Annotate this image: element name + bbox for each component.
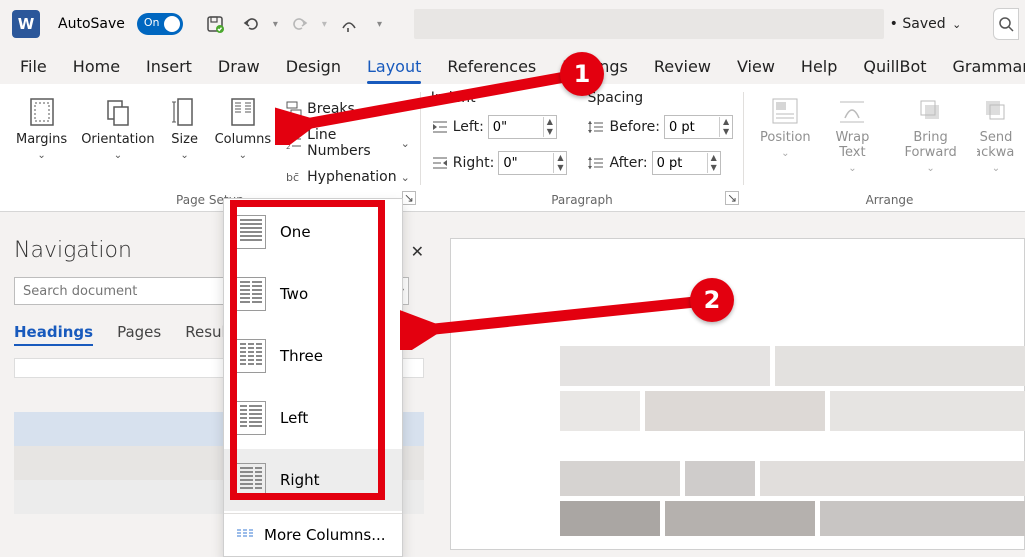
spacing-after-icon (587, 154, 605, 172)
spacing-before-input[interactable]: ▲▼ (664, 115, 733, 139)
arrange-group: Position ⌄ Wrap Text ⌄ Bring Forward ⌄ S… (744, 84, 1025, 211)
size-label: Size (171, 132, 198, 147)
spacing-after-input[interactable]: ▲▼ (652, 151, 721, 175)
tab-help[interactable]: Help (801, 57, 837, 76)
save-icon[interactable] (201, 10, 229, 38)
word-app-icon: W (12, 10, 40, 38)
hyphenation-icon: bc̄ (285, 168, 303, 186)
size-icon (169, 96, 201, 128)
paragraph-group-label: Paragraph (421, 193, 743, 207)
columns-more[interactable]: More Columns... (224, 516, 402, 554)
indent-right-label: Right: (453, 155, 495, 171)
hyphenation-button[interactable]: bc̄ Hyphenation⌄ (285, 162, 410, 192)
columns-dropdown: One Two Three Left Right More Columns... (223, 198, 403, 557)
annotation-badge-1: 1 (560, 52, 604, 96)
tab-grammarly[interactable]: Grammarly (953, 57, 1025, 76)
close-icon[interactable]: ✕ (411, 242, 424, 261)
touch-mode-icon[interactable] (335, 10, 363, 38)
quick-access-toolbar: ▾ ▾ ▾ (201, 10, 382, 38)
toggle-knob (164, 16, 180, 32)
columns-three-label: Three (280, 347, 323, 365)
wrap-text-icon (837, 96, 867, 126)
toggle-on-text: On (144, 16, 160, 29)
columns-option-left[interactable]: Left (224, 387, 402, 449)
columns-left-label: Left (280, 409, 308, 427)
wrap-text-label: Wrap Text (827, 130, 879, 160)
save-status-text: Saved (902, 16, 945, 32)
bring-forward-label: Bring Forward (894, 130, 967, 160)
margins-icon (26, 96, 58, 128)
redo-dropdown-icon[interactable]: ▾ (322, 19, 327, 30)
arrange-group-label: Arrange (744, 193, 1025, 207)
send-backward-label: Send Backward (977, 130, 1015, 160)
undo-dropdown-icon[interactable]: ▾ (273, 19, 278, 30)
columns-option-three[interactable]: Three (224, 325, 402, 387)
qat-customize-icon[interactable]: ▾ (377, 19, 382, 30)
columns-option-right[interactable]: Right (224, 449, 402, 511)
redo-icon[interactable] (286, 10, 314, 38)
chevron-down-icon: ⌄ (952, 18, 961, 31)
columns-two-icon (236, 277, 266, 311)
tab-file[interactable]: File (20, 57, 47, 76)
chevron-down-icon: ⌄ (114, 151, 122, 161)
more-columns-icon (236, 528, 254, 542)
autosave-label: AutoSave (58, 16, 125, 32)
tab-home[interactable]: Home (73, 57, 120, 76)
document-title-input[interactable] (414, 9, 884, 39)
columns-option-two[interactable]: Two (224, 263, 402, 325)
position-icon (770, 96, 800, 126)
annotation-arrow-2 (400, 290, 700, 350)
title-bar: W AutoSave On ▾ ▾ ▾ • Saved ⌄ (0, 0, 1025, 48)
send-backward-icon (981, 96, 1011, 126)
indent-right-input[interactable]: ▲▼ (498, 151, 567, 175)
svg-text:bc̄: bc̄ (286, 171, 299, 184)
spacing-after-label: After: (609, 155, 647, 171)
columns-one-icon (236, 215, 266, 249)
undo-icon[interactable] (237, 10, 265, 38)
orientation-label: Orientation (81, 132, 154, 147)
bring-forward-icon (916, 96, 946, 126)
search-icon (998, 16, 1014, 32)
annotation-badge-2: 2 (690, 278, 734, 322)
tab-insert[interactable]: Insert (146, 57, 192, 76)
margins-label: Margins (16, 132, 67, 147)
page-setup-launcher[interactable]: ↘ (402, 191, 416, 205)
document-content-pixelated (560, 346, 1025, 550)
doc-title-area: • Saved ⌄ (390, 9, 985, 39)
columns-right-icon (236, 463, 266, 497)
chevron-down-icon: ⌄ (180, 151, 188, 161)
columns-one-label: One (280, 223, 311, 241)
annotation-arrow-1 (275, 65, 575, 145)
nav-tab-pages[interactable]: Pages (117, 323, 161, 346)
paragraph-launcher[interactable]: ↘ (725, 191, 739, 205)
orientation-icon (102, 96, 134, 128)
tab-review[interactable]: Review (654, 57, 711, 76)
columns-option-one[interactable]: One (224, 201, 402, 263)
columns-right-label: Right (280, 471, 320, 489)
save-status[interactable]: • Saved ⌄ (890, 16, 962, 32)
indent-right-icon (431, 154, 449, 172)
spacing-section: Spacing Before: ▲▼ After: ▲▼ (587, 90, 733, 178)
spacing-before-icon (587, 118, 605, 136)
columns-left-icon (236, 401, 266, 435)
tab-view[interactable]: View (737, 57, 775, 76)
columns-two-label: Two (280, 285, 308, 303)
columns-icon (227, 96, 259, 128)
search-button[interactable] (993, 8, 1019, 40)
columns-label: Columns (215, 132, 272, 147)
columns-three-icon (236, 339, 266, 373)
spacing-header: Spacing (587, 90, 733, 106)
spacing-before-label: Before: (609, 119, 660, 135)
tab-draw[interactable]: Draw (218, 57, 260, 76)
columns-more-label: More Columns... (264, 526, 386, 544)
chevron-down-icon: ⌄ (37, 151, 45, 161)
nav-tab-headings[interactable]: Headings (14, 323, 93, 346)
chevron-down-icon: ⌄ (239, 151, 247, 161)
tab-quillbot[interactable]: QuillBot (863, 57, 926, 76)
autosave-toggle[interactable]: On (137, 13, 183, 35)
position-label: Position (760, 130, 811, 145)
hyphenation-label: Hyphenation (307, 169, 396, 185)
